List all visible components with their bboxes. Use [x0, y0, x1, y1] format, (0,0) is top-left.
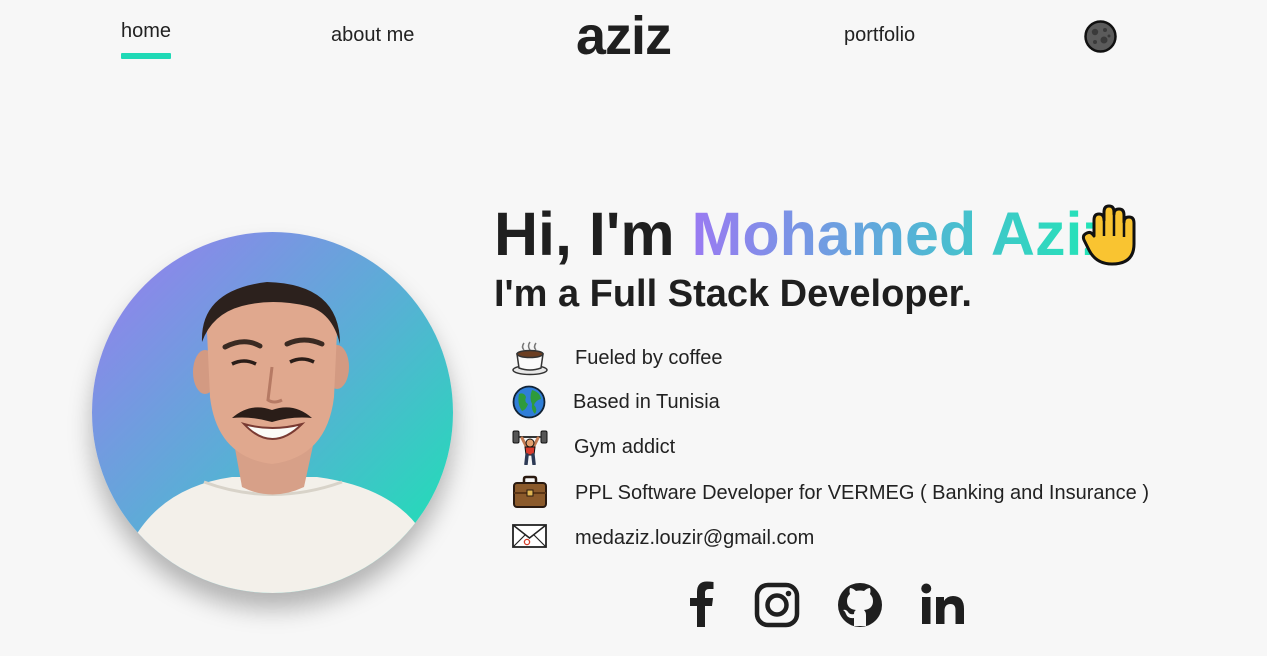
- fact-item-gym: Gym addict: [512, 429, 1212, 466]
- nav-portfolio-link[interactable]: portfolio: [844, 24, 915, 47]
- fact-text: Gym addict: [574, 436, 676, 458]
- profile-photo-illustration: [132, 282, 422, 593]
- fact-text: Fueled by coffee: [575, 347, 723, 369]
- facebook-icon[interactable]: [677, 580, 727, 630]
- coffee-icon: [512, 340, 548, 376]
- theme-toggle-moon-icon[interactable]: [1084, 20, 1117, 53]
- linkedin-icon[interactable]: [918, 580, 968, 630]
- hero-greeting: Hi, I'm Mohamed Aziz: [494, 196, 1113, 272]
- envelope-icon: [512, 520, 548, 556]
- waving-hand-icon: [1080, 202, 1140, 268]
- briefcase-icon: [512, 475, 548, 511]
- nav-home-link[interactable]: home: [121, 20, 172, 59]
- hero-name: Mohamed Aziz: [691, 200, 1113, 268]
- profile-avatar: [92, 232, 453, 593]
- fact-text: PPL Software Developer for VERMEG ( Bank…: [575, 482, 1149, 504]
- hero-subtitle: I'm a Full Stack Developer.: [494, 273, 972, 315]
- fact-item-coffee: Fueled by coffee: [512, 340, 1212, 376]
- greeting-prefix: Hi, I'm: [494, 200, 692, 268]
- active-tab-underline: [121, 53, 171, 59]
- nav-home-label: home: [121, 20, 172, 42]
- globe-icon: [512, 384, 548, 420]
- github-icon[interactable]: [835, 580, 885, 630]
- fact-item-job: PPL Software Developer for VERMEG ( Bank…: [512, 475, 1212, 511]
- fact-item-email: medaziz.louzir@gmail.com: [512, 520, 1212, 556]
- fact-text: medaziz.louzir@gmail.com: [575, 527, 815, 549]
- weightlifter-icon: [512, 429, 548, 466]
- fact-text: Based in Tunisia: [573, 391, 720, 413]
- instagram-icon[interactable]: [752, 580, 802, 630]
- nav-about-link[interactable]: about me: [331, 24, 414, 47]
- fact-item-location: Based in Tunisia: [512, 384, 1212, 420]
- site-logo[interactable]: aziz: [576, 6, 672, 66]
